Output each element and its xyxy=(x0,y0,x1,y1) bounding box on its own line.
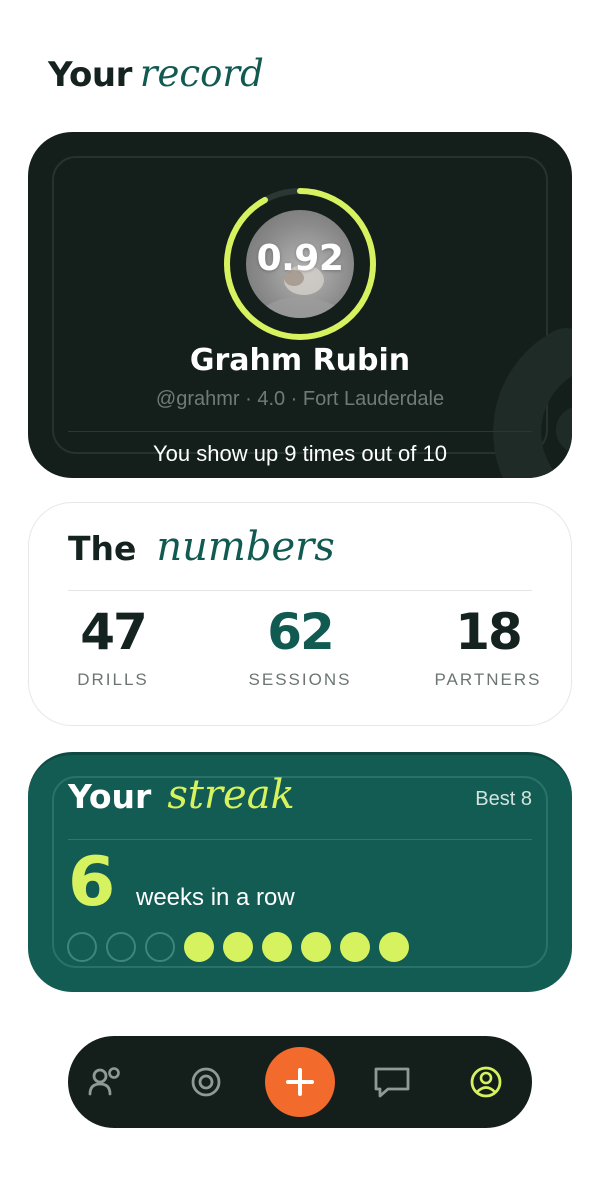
reliability-score: 0.92 xyxy=(256,238,344,279)
stat-value: 47 xyxy=(80,603,148,661)
nav-messages[interactable] xyxy=(362,1036,422,1128)
target-icon xyxy=(191,1067,221,1097)
stat-drills[interactable]: 47 DRILLS xyxy=(33,602,193,690)
plus-icon xyxy=(286,1068,314,1096)
week-dot-active xyxy=(379,932,409,962)
stat-value: 18 xyxy=(455,603,523,661)
streak-title-italic: streak xyxy=(167,772,295,818)
nav-goals[interactable] xyxy=(176,1036,236,1128)
stat-label: PARTNERS xyxy=(434,670,542,689)
streak-unit: weeks in a row xyxy=(136,884,295,911)
week-dot-active xyxy=(340,932,370,962)
streak-divider xyxy=(68,839,532,840)
streak-title-plain: Your xyxy=(68,777,152,816)
stat-value: 62 xyxy=(267,603,335,661)
stat-partners[interactable]: 18 PARTNERS xyxy=(408,602,568,690)
profile-divider xyxy=(68,431,532,432)
week-dot-active xyxy=(223,932,253,962)
streak-count: 6 xyxy=(68,843,116,922)
add-button[interactable] xyxy=(265,1047,335,1117)
streak-title: Your streak xyxy=(68,772,295,818)
week-dot-active xyxy=(184,932,214,962)
nav-partners[interactable] xyxy=(75,1036,135,1128)
week-dot-active xyxy=(262,932,292,962)
chat-icon xyxy=(374,1067,410,1098)
people-icon xyxy=(88,1067,120,1096)
numbers-title: The numbers xyxy=(68,524,335,570)
profile-meta: @grahmr · 4.0 · Fort Lauderdale xyxy=(155,388,445,410)
week-dot-inactive xyxy=(106,932,136,962)
week-dot-inactive xyxy=(145,932,175,962)
bottom-nav xyxy=(68,1036,532,1128)
profile-icon xyxy=(470,1066,502,1098)
numbers-divider xyxy=(68,590,532,591)
stat-label: SESSIONS xyxy=(248,670,352,689)
week-dot-active xyxy=(301,932,331,962)
stat-sessions[interactable]: 62 SESSIONS xyxy=(220,602,380,690)
streak-weeks xyxy=(67,932,409,962)
page-title: Your record xyxy=(48,52,264,102)
reliability-text: You show up 9 times out of 10 xyxy=(153,441,447,466)
nav-profile[interactable] xyxy=(456,1036,516,1128)
best-streak: Best 8 xyxy=(475,788,532,810)
stat-label: DRILLS xyxy=(77,670,149,689)
numbers-title-italic: numbers xyxy=(156,524,335,570)
page-title-italic: record xyxy=(139,52,264,95)
week-dot-inactive xyxy=(67,932,97,962)
page-title-plain: Your xyxy=(48,55,132,95)
profile-name: Grahm Rubin xyxy=(189,343,411,378)
numbers-title-plain: The xyxy=(68,529,137,568)
